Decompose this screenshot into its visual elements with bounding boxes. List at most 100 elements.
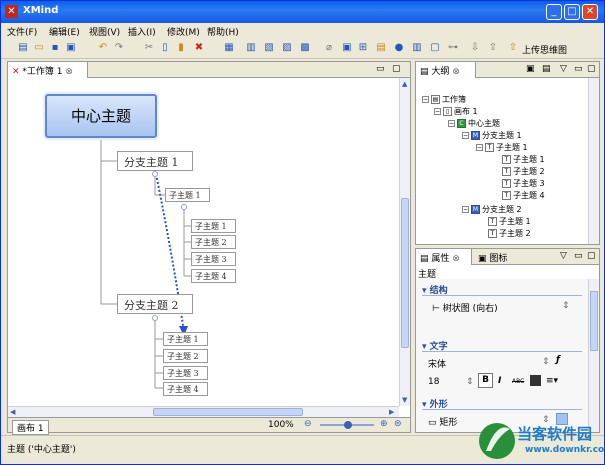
collapse-icon[interactable]: − xyxy=(462,132,469,139)
font-picker-icon[interactable]: ƒ xyxy=(556,355,560,365)
strikethrough-button[interactable]: ABC xyxy=(512,378,524,385)
collapse-all-icon[interactable]: ▣ xyxy=(526,64,535,74)
subtopic[interactable]: 子主题 4 xyxy=(191,269,236,283)
collapse-icon[interactable]: − xyxy=(476,144,483,151)
minimize-button[interactable]: _ xyxy=(546,4,562,20)
main-topic-1[interactable]: 分支主题 1 xyxy=(117,151,193,171)
structure-select[interactable]: ⊢ 树状图 (向右) xyxy=(432,301,498,314)
subtopic[interactable]: 子主题 2 xyxy=(163,349,208,363)
collapse-toggle[interactable] xyxy=(152,315,158,321)
scroll-up-icon[interactable]: ▲ xyxy=(402,80,407,88)
horizontal-scrollbar[interactable]: ◀ ▶ xyxy=(8,406,399,417)
close-tab-icon[interactable]: ⊗ xyxy=(452,254,460,264)
tree-item[interactable]: − M 分支主题 1 xyxy=(462,130,522,141)
menu-help[interactable]: 帮助(H) xyxy=(207,25,239,38)
upload-icon[interactable]: ⇧ xyxy=(507,42,519,54)
subtopic[interactable]: 子主题 3 xyxy=(191,252,236,266)
vertical-scrollbar[interactable]: ▲ ▼ xyxy=(399,78,410,406)
font-family-select[interactable]: 宋体 xyxy=(428,357,446,370)
close-tab-icon[interactable]: ⊗ xyxy=(452,67,460,77)
collapse-toggle[interactable] xyxy=(181,204,187,210)
main-topic-2[interactable]: 分支主题 2 xyxy=(117,294,193,314)
close-tab-icon[interactable]: ⊗ xyxy=(65,67,73,77)
maximize-button[interactable]: □ xyxy=(564,4,580,20)
sheet-tab[interactable]: 画布 1 xyxy=(12,420,49,435)
font-size-select[interactable]: 18 xyxy=(428,377,439,387)
subtopic[interactable]: 子主题 1 xyxy=(191,219,236,233)
minimize-view-icon[interactable]: ▭ xyxy=(574,64,583,74)
zoom-in-icon[interactable]: ⊕ xyxy=(380,419,388,429)
tree-item[interactable]: − ▤ 工作簿 xyxy=(422,94,466,105)
dropdown-icon[interactable]: ⇕ xyxy=(542,357,550,367)
scroll-thumb[interactable] xyxy=(153,408,303,416)
summary-icon[interactable]: ▩ xyxy=(299,42,311,54)
properties-scrollbar[interactable] xyxy=(588,279,599,432)
subtopic[interactable]: 子主题 2 xyxy=(191,235,236,249)
image-icon[interactable]: ▣ xyxy=(341,42,353,54)
label-icon[interactable]: ▥ xyxy=(411,42,423,54)
view-menu-icon[interactable]: ▽ xyxy=(560,64,567,74)
menu-file[interactable]: 文件(F) xyxy=(7,25,37,38)
tab-outline[interactable]: ▤ 大纲 ⊗ xyxy=(416,62,476,78)
copy-icon[interactable]: ▯ xyxy=(159,42,171,54)
dropdown-icon[interactable]: ⇕ xyxy=(562,301,570,311)
new-icon[interactable]: ▤ xyxy=(17,42,29,54)
relationship-icon[interactable]: ⊞ xyxy=(357,42,369,54)
tree-item[interactable]: T 子主题 2 xyxy=(488,228,531,239)
tree-item[interactable]: T 子主题 4 xyxy=(502,190,545,201)
menu-modify[interactable]: 修改(M) xyxy=(167,25,200,38)
tree-item[interactable]: T 子主题 1 xyxy=(502,154,545,165)
dropdown-icon[interactable]: ⇕ xyxy=(466,377,474,387)
tab-properties[interactable]: ▤ 属性 ⊗ xyxy=(416,249,472,265)
collapse-icon[interactable]: − xyxy=(448,120,455,127)
redo-icon[interactable]: ↷ xyxy=(113,42,125,54)
collapse-toggle[interactable] xyxy=(152,171,158,177)
upload-button[interactable]: 上传思维图 xyxy=(522,43,567,56)
hyperlink-icon[interactable]: ⊶ xyxy=(447,42,459,54)
maximize-view-icon[interactable]: ▢ xyxy=(587,64,596,74)
collapse-icon[interactable]: − xyxy=(462,206,469,213)
subtopic[interactable]: 子主题 1 xyxy=(165,188,210,202)
open-icon[interactable]: ▭ xyxy=(33,42,45,54)
tab-workbook[interactable]: ✕ *工作簿 1 ⊗ xyxy=(8,62,88,78)
scroll-right-icon[interactable]: ▶ xyxy=(389,408,394,416)
subtopic[interactable]: 子主题 4 xyxy=(163,382,208,396)
delete-icon[interactable]: ✖ xyxy=(193,42,205,54)
marker-icon[interactable]: ● xyxy=(393,42,405,54)
scroll-down-icon[interactable]: ▼ xyxy=(402,396,407,404)
expand-all-icon[interactable]: ▤ xyxy=(542,64,551,74)
subtopic-icon[interactable]: ▥ xyxy=(245,42,257,54)
mindmap-canvas[interactable]: 中心主题 分支主题 1 子主题 1 子主题 1 子主题 2 子主题 3 子主题 … xyxy=(8,78,398,406)
note-icon[interactable]: ▤ xyxy=(375,42,387,54)
zoom-out-icon[interactable]: ⊖ xyxy=(304,419,312,429)
paste-icon[interactable]: ▮ xyxy=(175,42,187,54)
scroll-thumb[interactable] xyxy=(590,291,598,351)
text-color-swatch[interactable] xyxy=(530,375,541,386)
scroll-thumb[interactable] xyxy=(401,198,409,348)
view-menu-icon[interactable]: ▽ xyxy=(560,251,567,261)
drill-down-icon[interactable]: ⇩ xyxy=(469,42,481,54)
menu-view[interactable]: 视图(V) xyxy=(89,25,120,38)
tree-item[interactable]: T 子主题 3 xyxy=(502,178,545,189)
collapse-icon[interactable]: − xyxy=(434,108,441,115)
menu-edit[interactable]: 编辑(E) xyxy=(49,25,80,38)
tree-item[interactable]: − T 子主题 1 xyxy=(476,142,528,153)
menu-insert[interactable]: 插入(I) xyxy=(128,25,156,38)
maximize-view-icon[interactable]: ▢ xyxy=(587,251,596,261)
cut-icon[interactable]: ✂ xyxy=(143,42,155,54)
floating-topic-icon[interactable]: ▧ xyxy=(263,42,275,54)
close-button[interactable]: ✕ xyxy=(582,4,598,20)
drill-up-icon[interactable]: ⇧ xyxy=(487,42,499,54)
save-icon[interactable]: ▪ xyxy=(49,42,61,54)
align-icon[interactable]: ≡▾ xyxy=(546,376,558,386)
boundary-icon[interactable]: ▢ xyxy=(429,42,441,54)
tree-item[interactable]: T 子主题 2 xyxy=(502,166,545,177)
collapse-icon[interactable]: − xyxy=(422,96,429,103)
tree-item[interactable]: − ▯ 画布 1 xyxy=(434,106,478,117)
callout-icon[interactable]: ▨ xyxy=(281,42,293,54)
title-bar[interactable]: ✕ XMind _ □ ✕ xyxy=(1,1,604,23)
central-topic[interactable]: 中心主题 xyxy=(45,94,157,138)
scroll-left-icon[interactable]: ◀ xyxy=(10,408,15,416)
topic-icon[interactable]: ▦ xyxy=(223,42,235,54)
print-icon[interactable]: ▣ xyxy=(65,42,77,54)
